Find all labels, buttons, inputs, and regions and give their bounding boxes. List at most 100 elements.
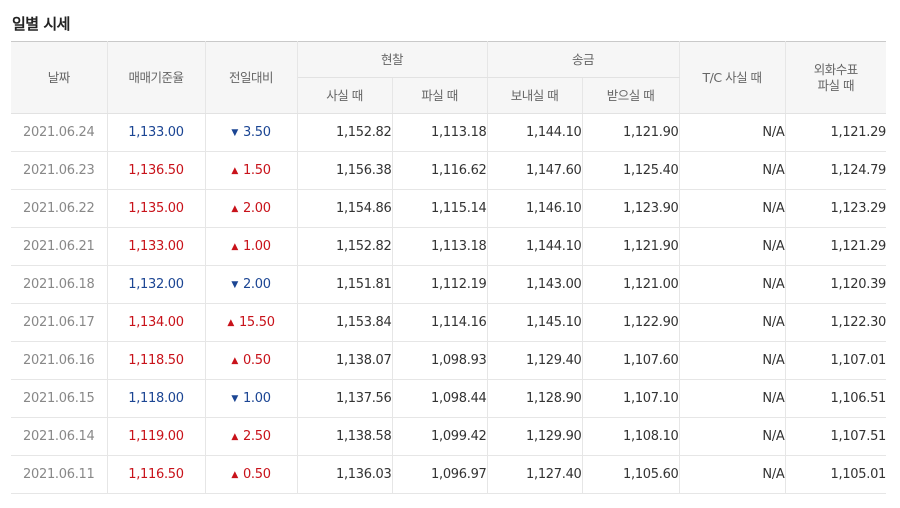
change-value: 1.00	[242, 239, 271, 254]
table-row: 2021.06.15 1,118.00 ▼ 1.00 1,137.56 1,098…	[11, 379, 886, 418]
tc-buy-cell: N/A	[679, 113, 786, 152]
base-rate-cell: 1,116.50	[107, 455, 206, 494]
table-row: 2021.06.18 1,132.00 ▼ 2.00 1,151.81 1,112…	[11, 265, 886, 304]
cash-sell-cell: 1,099.42	[392, 417, 488, 456]
change-cell: ▲ 0.50	[205, 341, 298, 380]
cash-buy-cell: 1,137.56	[297, 379, 393, 418]
change-value: 1.00	[242, 391, 271, 406]
header-cash-buy: 사실 때	[297, 77, 393, 114]
date-cell: 2021.06.17	[11, 303, 108, 342]
tc-buy-cell: N/A	[679, 341, 786, 380]
table-row: 2021.06.23 1,136.50 ▲ 1.50 1,156.38 1,116…	[11, 151, 886, 190]
header-date: 날짜	[11, 41, 108, 114]
date-cell: 2021.06.11	[11, 455, 108, 494]
cash-buy-cell: 1,153.84	[297, 303, 393, 342]
table-row: 2021.06.17 1,134.00 ▲ 15.50 1,153.84 1,11…	[11, 303, 886, 342]
remit-receive-cell: 1,121.90	[582, 113, 680, 152]
header-foreign-check-line2: 파실 때	[817, 77, 855, 93]
header-foreign-check-line1: 외화수표	[813, 61, 859, 77]
tc-buy-cell: N/A	[679, 189, 786, 228]
remit-send-cell: 1,146.10	[487, 189, 583, 228]
cash-sell-cell: 1,112.19	[392, 265, 488, 304]
remit-send-cell: 1,129.40	[487, 341, 583, 380]
cash-buy-cell: 1,152.82	[297, 227, 393, 266]
cash-sell-cell: 1,116.62	[392, 151, 488, 190]
foreign-check-sell-cell: 1,105.01	[785, 455, 886, 494]
change-value: 3.50	[242, 125, 271, 140]
tc-buy-cell: N/A	[679, 455, 786, 494]
header-remit-group: 송금	[487, 41, 680, 78]
change-cell: ▼ 3.50	[205, 113, 298, 152]
header-base-rate: 매매기준율	[107, 41, 206, 114]
remit-receive-cell: 1,107.60	[582, 341, 680, 380]
table-row: 2021.06.16 1,118.50 ▲ 0.50 1,138.07 1,098…	[11, 341, 886, 380]
base-rate-cell: 1,133.00	[107, 227, 206, 266]
base-rate-cell: 1,118.50	[107, 341, 206, 380]
triangle-up-icon: ▲	[227, 318, 234, 328]
cash-sell-cell: 1,114.16	[392, 303, 488, 342]
cash-sell-cell: 1,115.14	[392, 189, 488, 228]
remit-receive-cell: 1,107.10	[582, 379, 680, 418]
remit-send-cell: 1,127.40	[487, 455, 583, 494]
foreign-check-sell-cell: 1,107.51	[785, 417, 886, 456]
base-rate-cell: 1,132.00	[107, 265, 206, 304]
remit-receive-cell: 1,122.90	[582, 303, 680, 342]
remit-receive-cell: 1,125.40	[582, 151, 680, 190]
foreign-check-sell-cell: 1,107.01	[785, 341, 886, 380]
cash-sell-cell: 1,098.44	[392, 379, 488, 418]
triangle-up-icon: ▲	[231, 432, 238, 442]
change-cell: ▼ 2.00	[205, 265, 298, 304]
date-cell: 2021.06.22	[11, 189, 108, 228]
change-cell: ▲ 0.50	[205, 455, 298, 494]
date-cell: 2021.06.18	[11, 265, 108, 304]
remit-send-cell: 1,128.90	[487, 379, 583, 418]
base-rate-cell: 1,136.50	[107, 151, 206, 190]
triangle-up-icon: ▲	[231, 166, 238, 176]
cash-buy-cell: 1,156.38	[297, 151, 393, 190]
table-row: 2021.06.21 1,133.00 ▲ 1.00 1,152.82 1,113…	[11, 227, 886, 266]
header-cash-sell: 파실 때	[392, 77, 488, 114]
cash-buy-cell: 1,151.81	[297, 265, 393, 304]
triangle-down-icon: ▼	[231, 128, 238, 138]
base-rate-cell: 1,135.00	[107, 189, 206, 228]
table-header: 날짜 매매기준율 전일대비 현찰 송금 T/C 사실 때 외화수표 파실 때 사…	[11, 41, 887, 114]
table-row: 2021.06.24 1,133.00 ▼ 3.50 1,152.82 1,113…	[11, 113, 886, 152]
change-cell: ▲ 1.00	[205, 227, 298, 266]
remit-send-cell: 1,145.10	[487, 303, 583, 342]
table-row: 2021.06.11 1,116.50 ▲ 0.50 1,136.03 1,096…	[11, 455, 886, 494]
daily-rate-table: 날짜 매매기준율 전일대비 현찰 송금 T/C 사실 때 외화수표 파실 때 사…	[11, 41, 886, 494]
table-row: 2021.06.14 1,119.00 ▲ 2.50 1,138.58 1,099…	[11, 417, 886, 456]
triangle-up-icon: ▲	[231, 242, 238, 252]
tc-buy-cell: N/A	[679, 151, 786, 190]
header-cash-group: 현찰	[297, 41, 488, 78]
date-cell: 2021.06.14	[11, 417, 108, 456]
change-value: 0.50	[242, 467, 271, 482]
remit-receive-cell: 1,123.90	[582, 189, 680, 228]
date-cell: 2021.06.24	[11, 113, 108, 152]
change-cell: ▲ 15.50	[205, 303, 298, 342]
change-value: 1.50	[242, 163, 271, 178]
cash-buy-cell: 1,154.86	[297, 189, 393, 228]
date-cell: 2021.06.15	[11, 379, 108, 418]
change-value: 2.00	[242, 201, 271, 216]
foreign-check-sell-cell: 1,120.39	[785, 265, 886, 304]
base-rate-cell: 1,133.00	[107, 113, 206, 152]
remit-receive-cell: 1,105.60	[582, 455, 680, 494]
change-value: 2.00	[242, 277, 271, 292]
date-cell: 2021.06.23	[11, 151, 108, 190]
tc-buy-cell: N/A	[679, 379, 786, 418]
base-rate-cell: 1,118.00	[107, 379, 206, 418]
header-change: 전일대비	[205, 41, 298, 114]
triangle-down-icon: ▼	[231, 280, 238, 290]
foreign-check-sell-cell: 1,123.29	[785, 189, 886, 228]
change-cell: ▲ 1.50	[205, 151, 298, 190]
cash-buy-cell: 1,138.58	[297, 417, 393, 456]
triangle-up-icon: ▲	[231, 470, 238, 480]
header-remit-receive: 받으실 때	[582, 77, 680, 114]
foreign-check-sell-cell: 1,124.79	[785, 151, 886, 190]
header-tc-buy: T/C 사실 때	[679, 41, 786, 114]
cash-sell-cell: 1,113.18	[392, 227, 488, 266]
base-rate-cell: 1,134.00	[107, 303, 206, 342]
remit-send-cell: 1,144.10	[487, 227, 583, 266]
tc-buy-cell: N/A	[679, 417, 786, 456]
